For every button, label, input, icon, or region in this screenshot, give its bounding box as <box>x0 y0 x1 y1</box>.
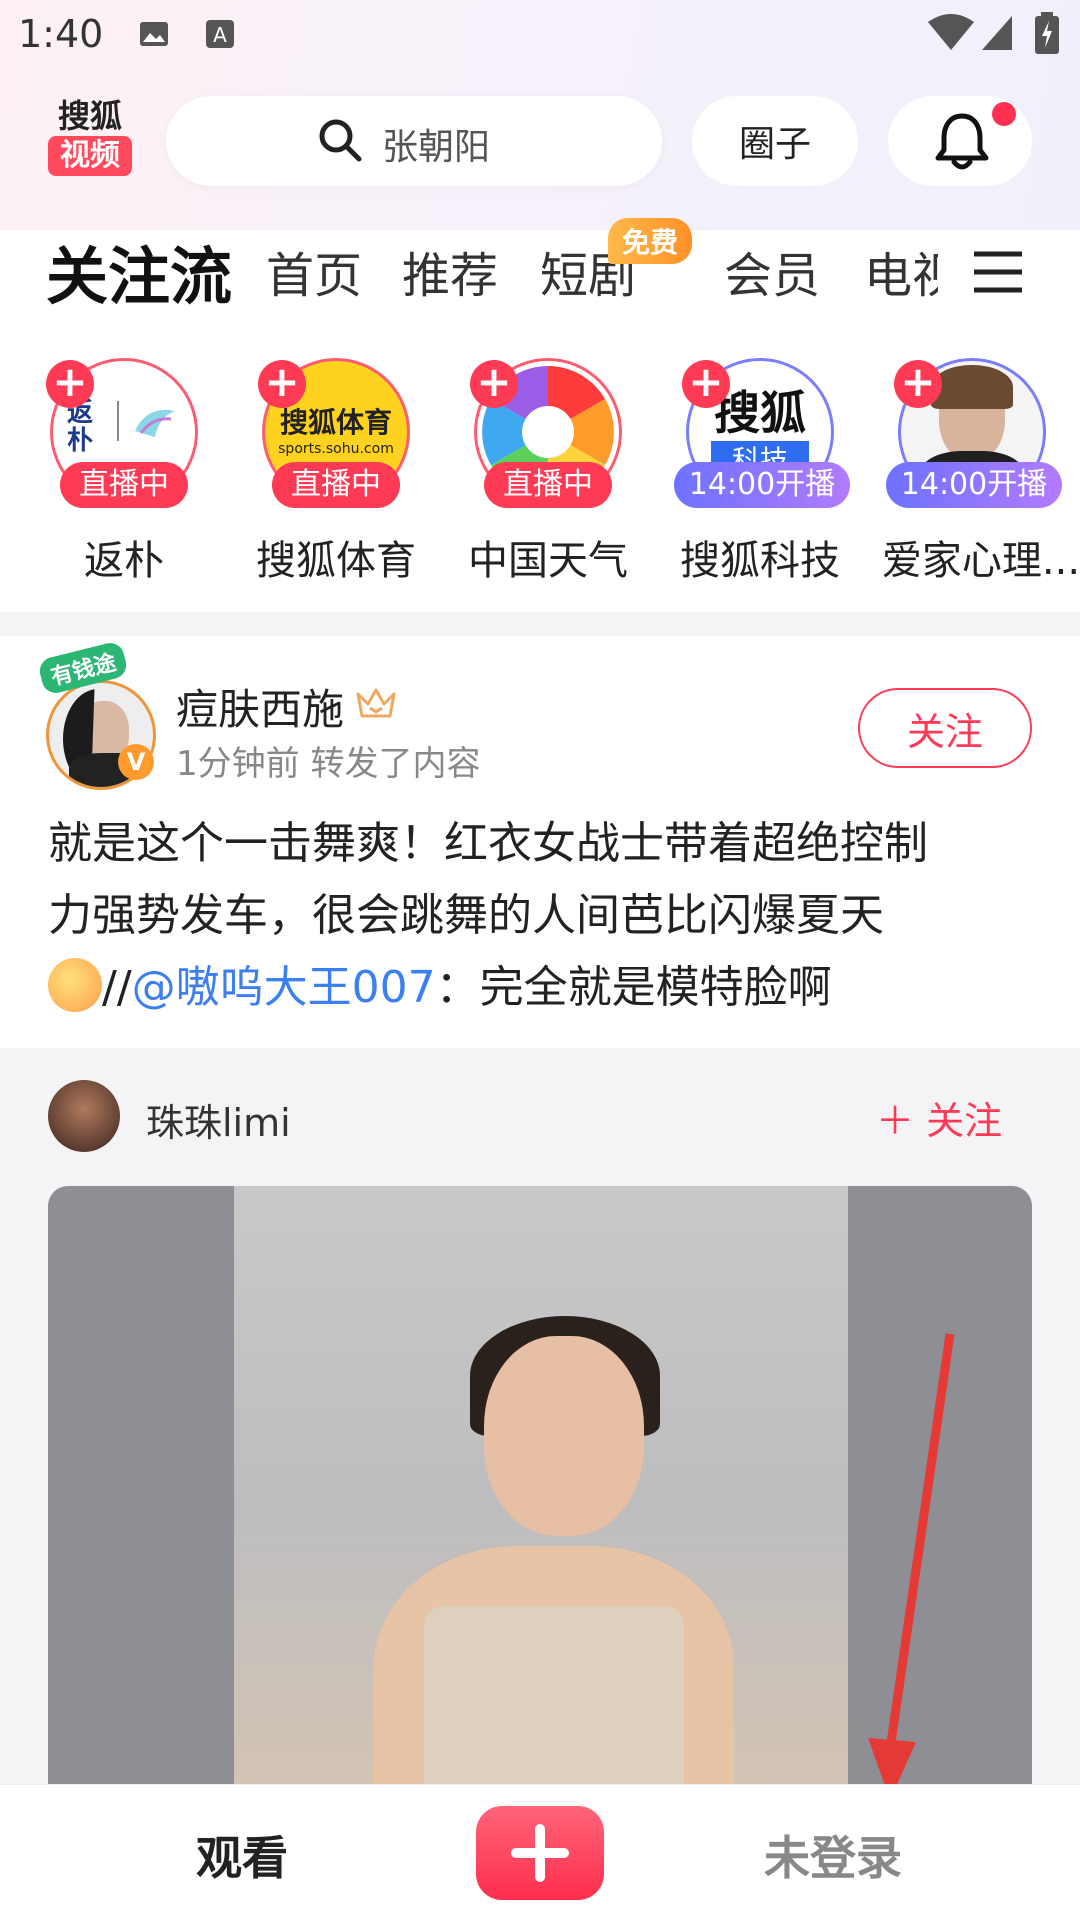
tab-vip[interactable]: 会员 <box>724 236 820 306</box>
status-bar: 1:40 A <box>0 0 1080 72</box>
mention-link[interactable]: @嗷呜大王007 <box>132 962 436 1013</box>
post-meta: 1分钟前 转发了内容 <box>176 744 481 784</box>
svg-text:A: A <box>213 23 227 47</box>
repost-follow-button[interactable]: ＋ 关注 <box>876 1090 1002 1145</box>
free-badge: 免费 <box>608 218 693 264</box>
live-badge: 直播中 <box>60 462 188 508</box>
signal-icon <box>980 14 1014 50</box>
author-name[interactable]: 痘肤西施 <box>176 676 344 737</box>
tab-home[interactable]: 首页 <box>266 236 362 306</box>
sohu-video-logo[interactable]: 搜狐 视频 <box>48 98 132 176</box>
battery-icon <box>1034 12 1060 54</box>
plus-icon[interactable]: + <box>258 360 306 408</box>
logo-text-video: 视频 <box>48 136 132 176</box>
menu-icon[interactable] <box>970 244 1026 304</box>
plus-icon[interactable]: + <box>46 360 94 408</box>
search-placeholder: 张朝阳 <box>382 127 491 168</box>
logo-text-sohu: 搜狐 <box>57 97 122 135</box>
plus-icon[interactable]: + <box>682 360 730 408</box>
wifi-icon <box>926 14 976 50</box>
search-bar[interactable]: 张朝阳 <box>166 96 662 186</box>
post-text-prefix: // <box>102 962 132 1013</box>
post-text[interactable]: 就是这个一击舞爽！红衣女战士带着超绝控制 力强势发车，很会跳舞的人间芭比闪爆夏天… <box>48 808 1048 1024</box>
emoji-icon <box>48 958 102 1012</box>
following-row: + 返朴 直播中 返朴 + 搜狐体育 sports.sohu.com 直播中 搜… <box>0 352 1080 592</box>
notification-dot <box>992 102 1016 126</box>
plus-icon <box>511 1824 569 1882</box>
tab-tv[interactable]: 电视 <box>864 236 938 306</box>
channel-tabs: 关注流 首页 推荐 短剧 会员 电视 <box>0 226 1080 326</box>
crown-icon <box>354 684 398 724</box>
plus-icon[interactable]: + <box>470 360 518 408</box>
post-text-line: 就是这个一击舞爽！红衣女战士带着超绝控制 <box>48 818 928 869</box>
live-badge: 直播中 <box>484 462 612 508</box>
create-button[interactable] <box>476 1806 604 1900</box>
circle-button[interactable]: 圈子 <box>692 96 858 186</box>
notifications-button[interactable] <box>888 96 1032 186</box>
verified-icon: V <box>118 744 154 780</box>
following-name: 返朴 <box>84 538 164 584</box>
repost-author-name[interactable]: 珠珠limi <box>146 1092 291 1147</box>
text-icon: A <box>204 18 236 50</box>
tab-recommend[interactable]: 推荐 <box>402 236 498 306</box>
plus-icon[interactable]: + <box>894 360 942 408</box>
annotation-arrow <box>860 1330 970 1814</box>
scheduled-badge: 14:00开播 <box>674 462 850 508</box>
nav-watch[interactable]: 观看 <box>196 1822 288 1888</box>
tab-following-feed[interactable]: 关注流 <box>46 226 232 316</box>
repost-follow-label: 关注 <box>926 1099 1003 1143</box>
bell-icon <box>932 110 992 176</box>
following-name: 中国天气 <box>468 538 628 584</box>
search-icon <box>316 116 364 168</box>
plus-icon: ＋ <box>876 1099 915 1143</box>
post-text-line: 力强势发车，很会跳舞的人间芭比闪爆夏天 <box>48 890 884 941</box>
follow-button[interactable]: 关注 <box>858 688 1032 768</box>
repost-author-avatar[interactable] <box>48 1080 120 1152</box>
following-name: 搜狐科技 <box>680 538 840 584</box>
following-name: 搜狐体育 <box>256 538 416 584</box>
status-time: 1:40 <box>18 12 104 56</box>
avatar-subtext: sports.sohu.com <box>278 441 394 457</box>
image-icon <box>138 18 170 50</box>
live-badge: 直播中 <box>272 462 400 508</box>
scheduled-badge: 14:00开播 <box>886 462 1062 508</box>
section-divider <box>0 612 1080 636</box>
post-text-tail: ：完全就是模特脸啊 <box>435 962 832 1013</box>
nav-login[interactable]: 未登录 <box>764 1822 902 1888</box>
video-frame <box>234 1186 848 1826</box>
following-name: 爱家心理... <box>881 538 1080 584</box>
